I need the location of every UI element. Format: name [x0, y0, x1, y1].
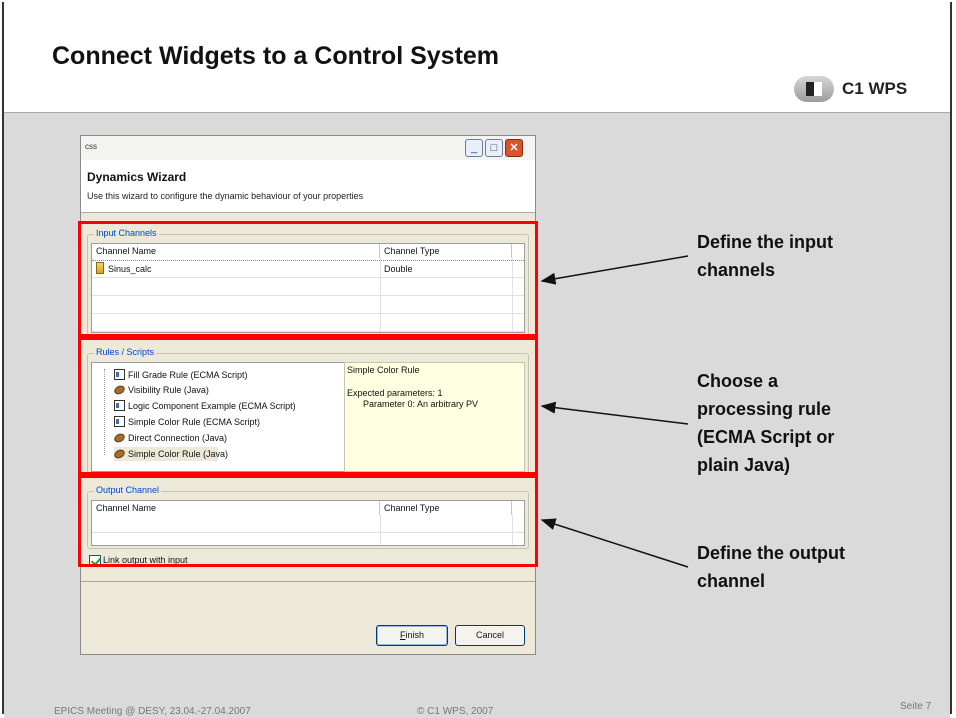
arrow-rule-icon	[540, 401, 689, 425]
callout-output: Define the output channel	[697, 543, 845, 591]
footer-page-number: Seite 7	[900, 701, 932, 712]
arrow-input-icon	[540, 255, 689, 285]
callout-arrows	[540, 255, 689, 568]
callout-input: Define the input channels	[697, 232, 833, 280]
arrow-output-icon	[540, 518, 689, 568]
callout-rule: Choose a processing rule (ECMA Script or…	[697, 371, 835, 475]
slide: Connect Widgets to a Control System C1 W…	[0, 0, 956, 718]
footer-center: © C1 WPS, 2007	[417, 706, 494, 717]
footer-left: EPICS Meeting @ DESY, 23.04.-27.04.2007	[54, 706, 251, 717]
